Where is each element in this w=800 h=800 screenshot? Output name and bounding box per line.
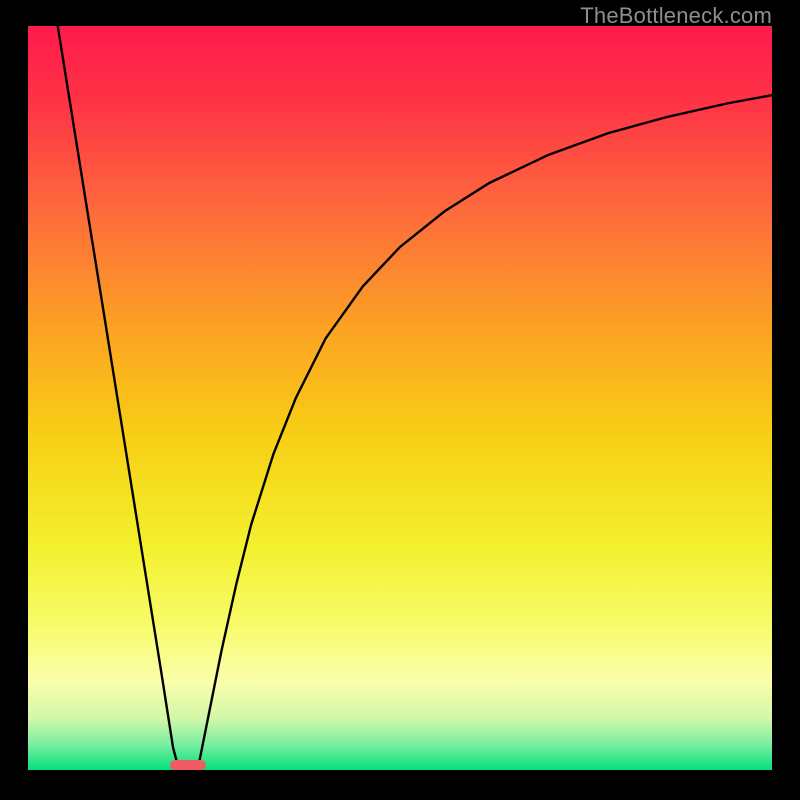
- chart-frame: [28, 26, 772, 770]
- chart-background: [28, 26, 772, 770]
- watermark-text: TheBottleneck.com: [580, 3, 772, 29]
- chart-plot: [28, 26, 772, 770]
- minimum-marker: [170, 760, 206, 770]
